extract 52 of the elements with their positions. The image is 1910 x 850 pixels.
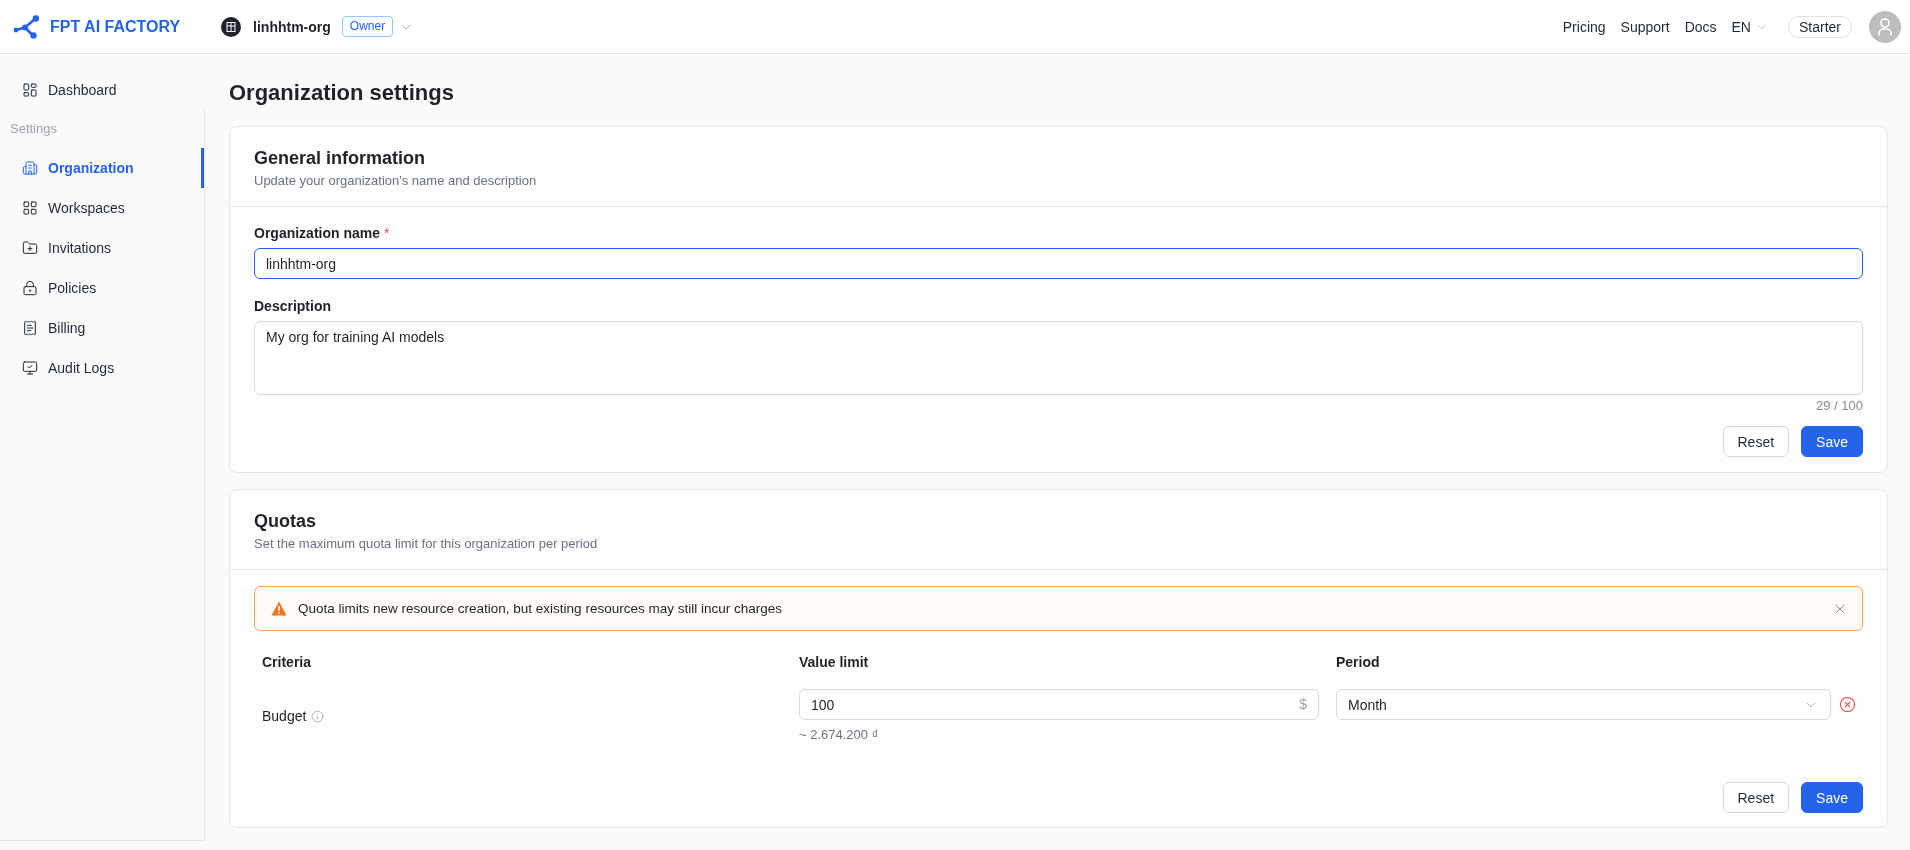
section-label: Settings — [9, 120, 58, 138]
currency-suffix: $ — [1299, 696, 1307, 713]
lock-icon — [22, 280, 38, 296]
criteria-label: Budget — [262, 708, 307, 724]
description-textarea[interactable]: My org for training AI models — [254, 321, 1863, 395]
reset-button[interactable]: Reset — [1722, 426, 1790, 457]
sidebar-item[interactable]: Invitations — [0, 228, 204, 268]
field-label: Description — [254, 297, 331, 316]
nav-link[interactable]: Pricing — [1562, 18, 1606, 35]
sidebar-item[interactable]: Billing — [0, 308, 204, 348]
building-icon — [221, 16, 242, 37]
nav-link[interactable]: Docs — [1684, 18, 1717, 35]
save-button[interactable]: Save — [1801, 426, 1863, 457]
sidebar-item[interactable]: Dashboard — [0, 70, 205, 110]
alert-text: Quota limits new resource creation, but existing resources may still incur charges — [298, 601, 782, 616]
sidebar-item[interactable]: Workspaces — [0, 188, 204, 228]
sidebar-item[interactable]: Organization — [0, 148, 204, 188]
logo-icon — [12, 14, 40, 39]
nav-link[interactable]: Support — [1620, 18, 1670, 35]
info-icon[interactable] — [311, 709, 325, 723]
role-badge: Owner — [341, 16, 394, 37]
reset-button[interactable]: Reset — [1722, 782, 1790, 813]
column-header: Period — [1336, 653, 1381, 672]
page-title: Organization settings — [229, 79, 455, 107]
circle-x-icon[interactable] — [1839, 696, 1856, 713]
field-label: Organization name — [254, 224, 381, 243]
warning-icon — [271, 601, 287, 616]
logo-text: FPT AI FACTORY — [50, 17, 181, 36]
grid-icon — [22, 200, 38, 216]
text-input[interactable]: linhhtm-org — [254, 248, 1863, 279]
column-header: Criteria — [261, 653, 313, 672]
character-counter: 29 / 100 — [1815, 398, 1863, 414]
sidebar-item[interactable]: Audit Logs — [0, 348, 204, 388]
building-icon — [22, 160, 38, 176]
plan-badge[interactable]: Starter — [1788, 15, 1852, 38]
card-title: Quotas — [254, 510, 317, 533]
folder-plus-icon — [22, 240, 38, 256]
card-title: General information — [254, 147, 427, 170]
required-mark: * — [384, 224, 390, 243]
card-subtitle: Update your organization's name and description — [254, 172, 538, 190]
layout-icon — [22, 82, 38, 98]
user-avatar-icon[interactable] — [1869, 10, 1901, 43]
monitor-check-icon — [22, 360, 38, 376]
save-button[interactable]: Save — [1801, 782, 1863, 813]
sidebar-item[interactable]: Policies — [0, 268, 204, 308]
receipt-icon — [22, 320, 38, 336]
card-subtitle: Set the maximum quota limit for this organization per period — [254, 535, 599, 553]
language-select[interactable]: EN — [1731, 18, 1769, 35]
org-name[interactable]: linhhtm-org — [253, 18, 331, 35]
column-header: Value limit — [799, 653, 870, 672]
period-select[interactable]: Month — [1336, 689, 1831, 720]
converted-amount: ~ 2.674.200 ₫ — [799, 727, 880, 743]
